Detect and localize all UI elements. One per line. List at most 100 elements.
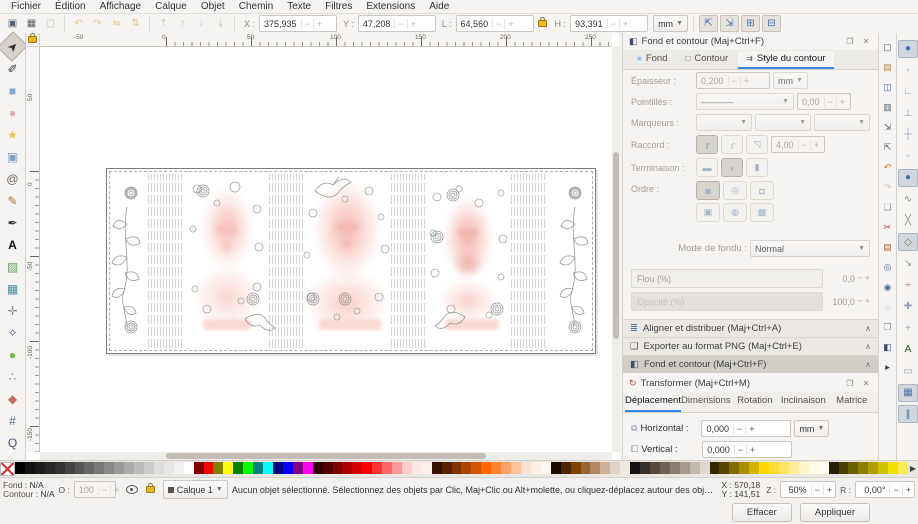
save-button[interactable]: ◫ xyxy=(879,79,896,96)
vertical-ruler[interactable] xyxy=(26,47,40,452)
box-3d-tool[interactable]: ▣ xyxy=(1,146,24,167)
snap-rotation-center-toggle[interactable]: + xyxy=(898,319,918,337)
text-tool[interactable]: A xyxy=(1,234,24,255)
palette-swatch-16[interactable] xyxy=(174,462,184,474)
apply-button[interactable]: Appliquer xyxy=(800,503,870,522)
palette-swatch-28[interactable] xyxy=(293,462,303,474)
units-dropdown[interactable]: mm▼ xyxy=(653,15,688,32)
palette-swatch-43[interactable] xyxy=(442,462,452,474)
spray-tool[interactable]: ∴ xyxy=(1,366,24,387)
tab-dimensions[interactable]: Dimensions xyxy=(681,392,731,412)
palette-swatch-38[interactable] xyxy=(392,462,402,474)
palette-swatch-66[interactable] xyxy=(670,462,680,474)
palette-swatch-31[interactable] xyxy=(323,462,333,474)
dock-align-distribute[interactable]: ≣Aligner et distribuer (Maj+Ctrl+A)∧ xyxy=(623,319,878,337)
menu-chemin[interactable]: Chemin xyxy=(232,0,280,13)
join-style-button-1[interactable]: ╭ xyxy=(721,135,743,154)
palette-swatch-85[interactable] xyxy=(858,462,868,474)
zoom-page-button[interactable]: ◌ xyxy=(879,299,896,316)
menu-edition[interactable]: Édition xyxy=(48,0,93,13)
snap-bbox-center-toggle[interactable]: ▫ xyxy=(898,147,918,165)
vertical-scroll-thumb[interactable] xyxy=(613,152,619,338)
palette-swatch-79[interactable] xyxy=(799,462,809,474)
affect-move-toggle[interactable]: ⇱ xyxy=(699,15,718,32)
snap-path-intersection-toggle[interactable]: ╳ xyxy=(898,212,918,230)
more-commands-button[interactable]: ▸ xyxy=(879,359,896,376)
y-field[interactable]: 47,208 − + xyxy=(358,15,436,32)
palette-scroll-arrow[interactable]: ▶ xyxy=(908,462,918,475)
x-minus-button[interactable]: − xyxy=(301,19,313,29)
palette-swatch-54[interactable] xyxy=(551,462,561,474)
collapse-chevron-icon[interactable]: ∧ xyxy=(865,360,871,369)
lower-button[interactable]: ↓ xyxy=(193,16,210,31)
select-all-layers-button[interactable]: ▦ xyxy=(23,16,40,31)
palette-swatch-61[interactable] xyxy=(620,462,630,474)
duplicate-button[interactable]: ❑ xyxy=(879,199,896,216)
palette-swatch-25[interactable] xyxy=(263,462,273,474)
menu-extensions[interactable]: Extensions xyxy=(359,0,422,13)
snap-smooth-node-toggle[interactable]: ↘ xyxy=(898,255,918,273)
canvas-horizontal-scrollbar[interactable] xyxy=(40,452,612,460)
palette-swatch-35[interactable] xyxy=(362,462,372,474)
marker-mid-dropdown[interactable]: ▼ xyxy=(755,114,811,131)
tab-inclinaison[interactable]: Inclinaison xyxy=(779,392,827,412)
paint-order-button-1[interactable]: ◎ xyxy=(723,181,747,200)
snap-enabled-toggle[interactable]: ● xyxy=(898,40,918,58)
width-plus-button[interactable]: + xyxy=(504,19,516,29)
palette-swatch-22[interactable] xyxy=(233,462,243,474)
palette-swatch-29[interactable] xyxy=(303,462,313,474)
palette-swatch-42[interactable] xyxy=(432,462,442,474)
palette-swatch-5[interactable] xyxy=(65,462,75,474)
menu-objet[interactable]: Objet xyxy=(194,0,232,13)
no-color-swatch[interactable] xyxy=(0,462,15,476)
palette-swatch-59[interactable] xyxy=(600,462,610,474)
cap-style-button-0[interactable]: ▬ xyxy=(696,158,718,177)
palette-swatch-83[interactable] xyxy=(839,462,849,474)
palette-swatch-71[interactable] xyxy=(719,462,729,474)
blend-mode-dropdown[interactable]: Normal▼ xyxy=(750,240,870,257)
raise-button[interactable]: ↑ xyxy=(174,16,191,31)
snap-bbox-toggle[interactable]: ◦ xyxy=(898,61,918,79)
menu-fichier[interactable]: Fichier xyxy=(4,0,48,13)
palette-swatch-67[interactable] xyxy=(680,462,690,474)
snap-guides-toggle[interactable]: ∥ xyxy=(898,405,918,423)
panel-detach-icon[interactable]: ❐ xyxy=(844,36,856,48)
palette-swatch-73[interactable] xyxy=(739,462,749,474)
palette-swatch-50[interactable] xyxy=(511,462,521,474)
canvas-viewport[interactable] xyxy=(40,47,612,452)
palette-swatch-6[interactable] xyxy=(75,462,85,474)
dropper-tool[interactable]: ✧ xyxy=(1,322,24,343)
tab-deplacement[interactable]: Déplacement xyxy=(625,392,681,412)
palette-swatch-45[interactable] xyxy=(461,462,471,474)
paint-order-button-0[interactable]: ◙ xyxy=(696,181,720,200)
palette-swatch-48[interactable] xyxy=(491,462,501,474)
palette-swatch-51[interactable] xyxy=(521,462,531,474)
marker-end-dropdown[interactable]: ▼ xyxy=(814,114,870,131)
palette-swatch-65[interactable] xyxy=(660,462,670,474)
palette-swatch-36[interactable] xyxy=(372,462,382,474)
palette-swatch-2[interactable] xyxy=(35,462,45,474)
lock-ratio-icon[interactable] xyxy=(538,20,547,27)
tab-fond[interactable]: ■Fond xyxy=(629,51,676,69)
print-button[interactable]: ▥ xyxy=(879,99,896,116)
collapse-chevron-icon[interactable]: ∧ xyxy=(865,342,871,351)
palette-swatch-32[interactable] xyxy=(333,462,343,474)
snap-cusp-node-toggle[interactable]: ◇ xyxy=(898,233,918,251)
dash-offset-field[interactable]: 0,00 −+ xyxy=(797,93,851,110)
palette-swatch-46[interactable] xyxy=(471,462,481,474)
miter-limit-field[interactable]: 4,00 −+ xyxy=(771,136,825,153)
export-button[interactable]: ⇱ xyxy=(879,139,896,156)
palette-swatch-27[interactable] xyxy=(283,462,293,474)
dock-export-png[interactable]: ❏Exporter au format PNG (Maj+Ctrl+E)∧ xyxy=(623,337,878,355)
height-minus-button[interactable]: − xyxy=(607,19,619,29)
open-button[interactable]: ▤ xyxy=(879,59,896,76)
affect-stroke-toggle[interactable]: ⊞ xyxy=(741,15,760,32)
height-field[interactable]: 93,391 − + xyxy=(570,15,648,32)
horizontal-scroll-thumb[interactable] xyxy=(166,453,486,459)
palette-swatch-89[interactable] xyxy=(898,462,908,474)
thickness-units-dropdown[interactable]: mm▼ xyxy=(773,72,808,89)
snap-bbox-edge-toggle[interactable]: ∟ xyxy=(898,83,918,101)
palette-swatch-47[interactable] xyxy=(481,462,491,474)
palette-swatch-75[interactable] xyxy=(759,462,769,474)
menu-affichage[interactable]: Affichage xyxy=(93,0,149,13)
